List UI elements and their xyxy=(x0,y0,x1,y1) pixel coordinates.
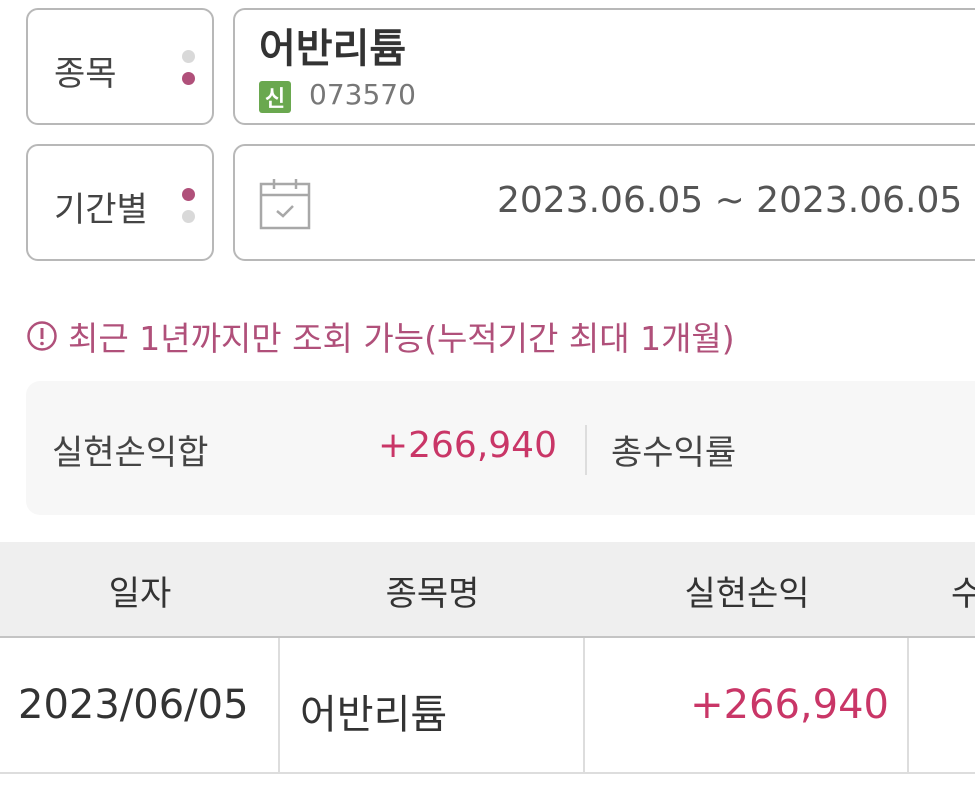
new-listing-badge: 신 xyxy=(259,81,291,113)
summary-divider xyxy=(585,425,587,475)
realized-pnl-value: +266,940 xyxy=(377,425,557,466)
dot-inactive xyxy=(182,50,195,63)
stock-search-field[interactable]: 어반리튬 신 073570 xyxy=(233,8,975,125)
summary-panel: 실현손익합 +266,940 총수익률 xyxy=(26,381,975,515)
notice-message: 최근 1년까지만 조회 가능(누적기간 최대 1개월) xyxy=(26,312,735,360)
dot-active xyxy=(182,72,195,85)
table-row[interactable]: 2023/06/05 어반리튬 +266,940 xyxy=(0,638,975,774)
column-divider xyxy=(278,638,280,774)
table-header: 일자 종목명 실현손익 수 xyxy=(0,542,975,638)
column-header-realized-pnl[interactable]: 실현손익 xyxy=(585,566,909,615)
row-stock-name: 어반리튬 xyxy=(300,692,448,738)
total-return-label: 총수익률 xyxy=(611,433,737,473)
column-divider xyxy=(583,638,585,774)
stock-code: 073570 xyxy=(309,78,416,111)
toggle-dots-icon[interactable] xyxy=(182,50,195,94)
period-label: 기간별 xyxy=(54,190,148,230)
stock-label: 종목 xyxy=(54,54,117,94)
dot-active xyxy=(182,188,195,201)
stock-selector-label[interactable]: 종목 xyxy=(26,8,214,125)
info-circle-icon xyxy=(27,321,57,351)
row-date: 2023/06/05 xyxy=(18,682,249,728)
date-range-text: 2023.06.05 ~ 2023.06.05 xyxy=(497,180,963,221)
column-header-quantity[interactable]: 수 xyxy=(951,566,975,615)
date-range-field[interactable]: 2023.06.05 ~ 2023.06.05 xyxy=(233,144,975,261)
calendar-icon[interactable] xyxy=(259,178,311,230)
column-header-stock-name[interactable]: 종목명 xyxy=(280,566,585,615)
row-realized-pnl: +266,940 xyxy=(690,682,889,728)
dot-inactive xyxy=(182,210,195,223)
notice-text: 최근 1년까지만 조회 가능(누적기간 최대 1개월) xyxy=(68,319,735,358)
column-divider xyxy=(907,638,909,774)
realized-pnl-label: 실현손익합 xyxy=(52,433,209,473)
toggle-dots-icon[interactable] xyxy=(182,188,195,232)
stock-name: 어반리튬 xyxy=(259,26,407,72)
column-header-date[interactable]: 일자 xyxy=(0,566,280,615)
period-selector-label[interactable]: 기간별 xyxy=(26,144,214,261)
